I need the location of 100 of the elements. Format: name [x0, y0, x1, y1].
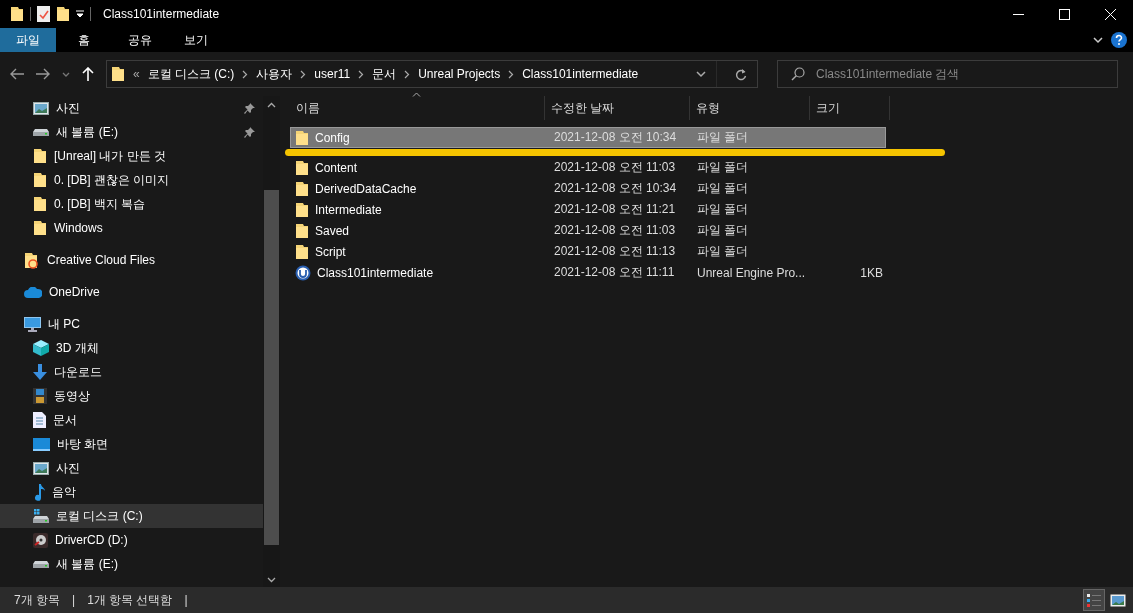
file-name: Intermediate	[315, 202, 382, 217]
folder-icon	[295, 129, 309, 146]
scroll-up-icon[interactable]	[267, 102, 276, 108]
close-icon	[1104, 8, 1116, 20]
drive-icon	[33, 128, 49, 136]
chevron-down-icon[interactable]	[696, 70, 706, 78]
column-header[interactable]: 유형	[690, 96, 810, 120]
type-cell-text: 파일 폴더	[696, 180, 750, 197]
column-header[interactable]: 크기	[810, 96, 890, 120]
music-note-icon	[33, 483, 45, 501]
disc-icon	[33, 532, 48, 548]
sidebar-item[interactable]: 3D 개체	[0, 336, 263, 360]
file-name: DerivedDataCache	[315, 181, 417, 196]
file-name: Script	[315, 244, 346, 259]
maximize-icon	[1058, 8, 1070, 20]
up-arrow-icon	[82, 67, 94, 81]
search-field[interactable]: Class101intermediate 검색	[777, 60, 1118, 88]
folder-icon	[33, 220, 47, 236]
breadcrumb-segment[interactable]: 사용자	[256, 65, 293, 83]
ribbon-tab[interactable]: 홈	[56, 28, 112, 52]
ribbon-tab[interactable]: 공유	[112, 28, 168, 52]
sidebar-item[interactable]: 새 볼륨 (E:)	[0, 120, 263, 144]
film-icon	[33, 388, 47, 404]
landscape-icon	[1110, 593, 1126, 607]
search-icon	[791, 67, 805, 81]
status-text: |	[72, 593, 76, 607]
sidebar-item[interactable]: 로컬 디스크 (C:)	[0, 504, 263, 528]
breadcrumb-segment[interactable]: user11	[314, 67, 351, 81]
date-cell-text: 2021-12-08 오전 11:03	[553, 159, 677, 176]
sidebar-item[interactable]: 내 PC	[0, 312, 263, 336]
sidebar-item[interactable]: [Unreal] 내가 만든 것	[0, 144, 263, 168]
sidebar-item[interactable]: Creative Cloud Files	[0, 248, 263, 272]
breadcrumb-segment[interactable]: Class101intermediate	[522, 67, 639, 81]
type-cell-text: Unreal Engine Pro...	[696, 265, 807, 280]
status-text: 1개 항목 선택함	[87, 591, 173, 609]
file-row[interactable]: Saved 2021-12-08 오전 11:03 파일 폴더	[290, 220, 886, 241]
sidebar-item[interactable]: 다운로드	[0, 360, 263, 384]
chevron-down-icon	[62, 71, 70, 77]
details-view-button[interactable]	[1083, 589, 1105, 611]
ribbon-tab[interactable]: 보기	[168, 28, 224, 52]
file-row[interactable]: Content 2021-12-08 오전 11:03 파일 폴더	[290, 157, 886, 178]
chevron-right-icon	[358, 69, 365, 79]
sidebar-item[interactable]: 0. [DB] 괜찮은 이미지	[0, 168, 263, 192]
size-cell-text: 1KB	[859, 265, 883, 280]
breadcrumb-segment[interactable]: Unreal Projects	[418, 67, 501, 81]
document-icon	[33, 412, 46, 428]
type-cell-text: 파일 폴더	[696, 159, 750, 176]
forward-arrow-icon	[36, 68, 50, 80]
file-row[interactable]: Script 2021-12-08 오전 11:13 파일 폴더	[290, 241, 886, 262]
folder-icon	[295, 201, 309, 218]
help-icon[interactable]	[1111, 32, 1127, 48]
sidebar-item[interactable]: DriverCD (D:)	[0, 528, 263, 552]
monitor-icon	[24, 316, 41, 332]
file-row[interactable]: Config 2021-12-08 오전 10:34 파일 폴더	[290, 127, 886, 148]
column-header[interactable]: 수정한 날짜	[545, 96, 690, 120]
refresh-icon[interactable]	[735, 67, 747, 81]
status-text: 7개 항목	[14, 591, 60, 609]
type-cell-text: 파일 폴더	[696, 129, 750, 146]
sidebar-item[interactable]: 동영상	[0, 384, 263, 408]
type-cell-text: 파일 폴더	[696, 222, 750, 239]
overflow-chevrons[interactable]: «	[133, 67, 140, 81]
sidebar-item[interactable]: 사진	[0, 456, 263, 480]
breadcrumb-segment[interactable]: 로컬 디스크 (C:)	[147, 65, 235, 83]
screen-icon	[33, 437, 50, 451]
column-header[interactable]: 이름	[290, 96, 545, 120]
sidebar-item[interactable]: 새 볼륨 (E:)	[0, 552, 263, 576]
folder-icon	[295, 159, 309, 176]
folder-icon	[295, 180, 309, 197]
sidebar-item[interactable]: 바탕 화면	[0, 432, 263, 456]
sidebar-item[interactable]: 0. [DB] 백지 복습	[0, 192, 263, 216]
sidebar-item[interactable]: 사진	[0, 96, 263, 120]
sidebar-item[interactable]: Windows	[0, 216, 263, 240]
cloud-folder-icon	[24, 251, 40, 269]
ribbon-tab[interactable]: 파일	[0, 28, 56, 52]
landscape-icon	[33, 101, 49, 115]
scrollbar-thumb[interactable]	[264, 190, 279, 545]
sidebar-item[interactable]: 문서	[0, 408, 263, 432]
landscape-icon	[33, 461, 49, 475]
chevron-right-icon	[508, 69, 515, 79]
file-name: Class101intermediate	[317, 265, 434, 280]
file-row[interactable]: DerivedDataCache 2021-12-08 오전 10:34 파일 폴더	[290, 178, 886, 199]
date-cell-text: 2021-12-08 오전 11:21	[553, 201, 677, 218]
chevron-right-icon	[404, 69, 411, 79]
list-icon	[1087, 593, 1101, 607]
back-arrow-icon	[10, 68, 24, 80]
file-row[interactable]: Intermediate 2021-12-08 오전 11:21 파일 폴더	[290, 199, 886, 220]
scroll-down-icon[interactable]	[267, 577, 276, 583]
date-cell-text: 2021-12-08 오전 11:11	[553, 264, 676, 281]
dropdown-icon[interactable]	[76, 10, 84, 18]
folder-icon	[111, 66, 125, 82]
type-cell-text: 파일 폴더	[696, 243, 750, 260]
address-bar[interactable]: « 로컬 디스크 (C:) 사용자 user11 문서 Unreal Projects Class101intermediate	[106, 60, 758, 88]
chevron-down-icon[interactable]	[1093, 36, 1103, 44]
sidebar-item[interactable]: OneDrive	[0, 280, 263, 304]
sidebar-item[interactable]: 음악	[0, 480, 263, 504]
cloud-icon	[24, 286, 42, 298]
file-row[interactable]: Class101intermediate 2021-12-08 오전 11:11 Unreal Engine Pro... 1KB	[290, 262, 886, 283]
breadcrumb-segment[interactable]: 문서	[372, 65, 397, 83]
checklist-icon[interactable]	[37, 6, 50, 22]
u-logo-icon	[295, 264, 311, 281]
